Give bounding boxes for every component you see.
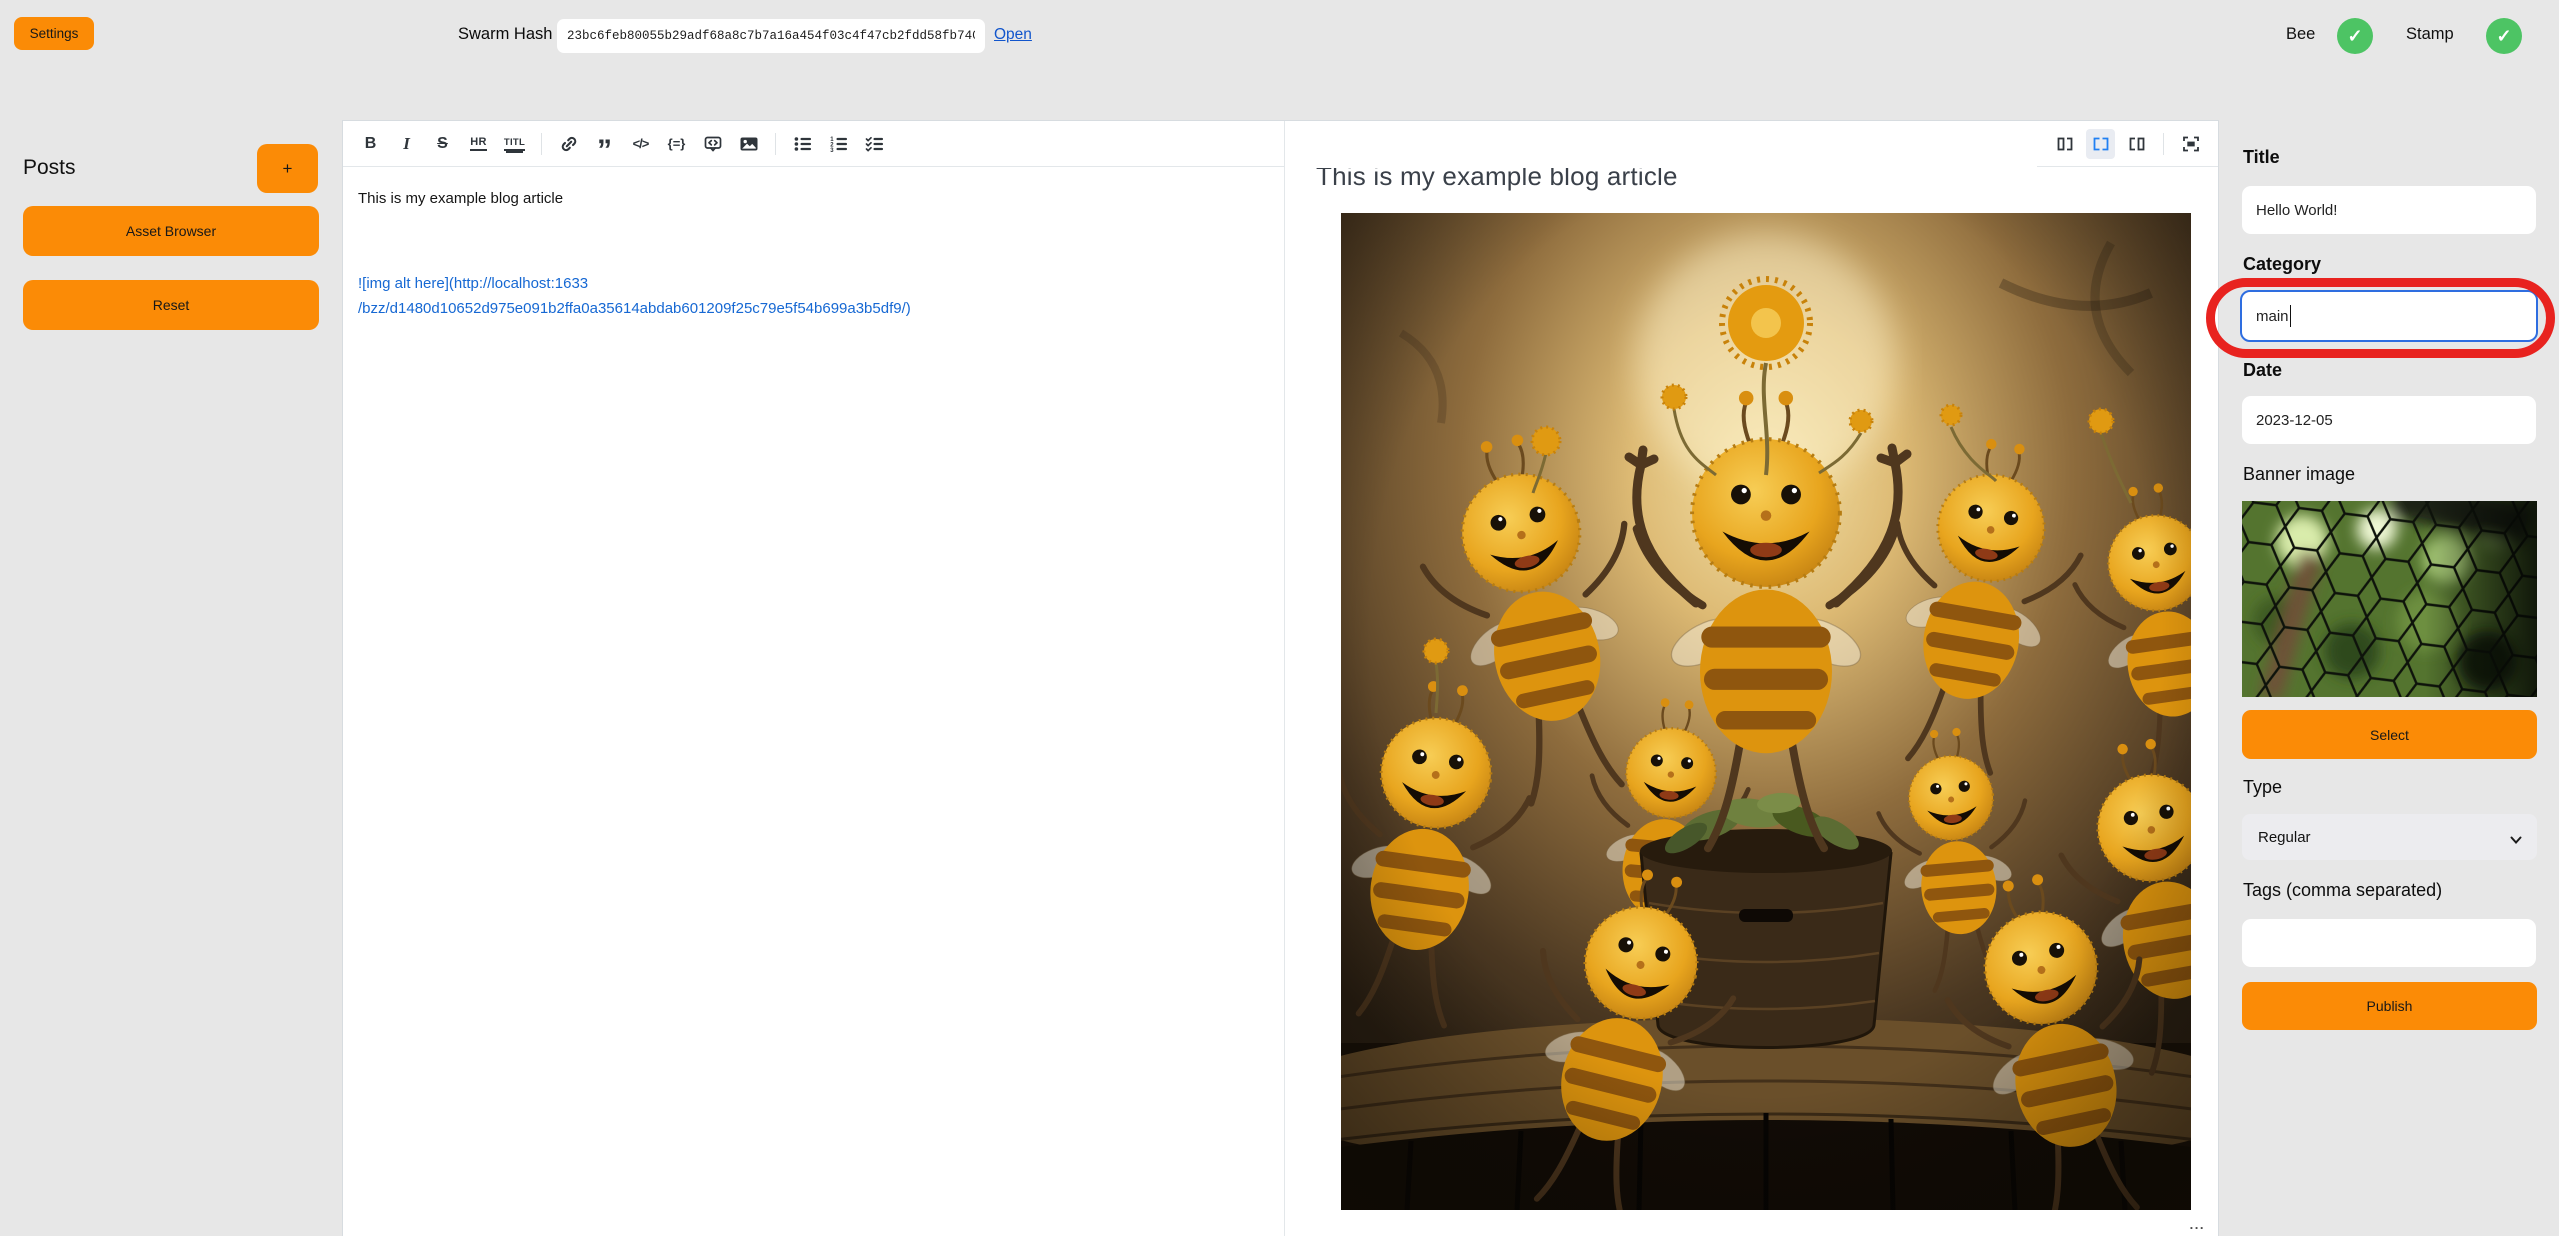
bold-icon[interactable]: B — [356, 129, 385, 159]
resize-handle[interactable]: ... — [2190, 1217, 2205, 1232]
image-markdown-link: ![img alt here](http://localhost:1633 /b… — [358, 271, 998, 321]
category-input[interactable]: main — [2240, 290, 2538, 342]
editor-container: B I S HR TITL ” </> {=} — [342, 120, 2219, 1236]
date-label: Date — [2243, 360, 2282, 381]
swarm-hash-label: Swarm Hash — [458, 25, 552, 44]
image-icon[interactable] — [734, 129, 763, 159]
open-link[interactable]: Open — [994, 26, 1032, 44]
reset-button[interactable]: Reset — [23, 280, 319, 330]
code-block-icon[interactable]: {=} — [662, 129, 691, 159]
svg-text:3: 3 — [830, 148, 834, 154]
ordered-list-icon[interactable]: 1 2 3 — [824, 129, 853, 159]
category-value: main — [2256, 308, 2289, 325]
view-toggle-group — [2037, 121, 2218, 167]
split-view-icon[interactable] — [2086, 129, 2115, 159]
fullscreen-icon[interactable] — [2176, 129, 2205, 159]
text-caret — [2290, 305, 2292, 327]
toolbar-separator — [775, 133, 776, 155]
bee-check-icon: ✓ — [2337, 18, 2373, 54]
toolbar-separator — [2163, 133, 2164, 155]
editor-view-icon[interactable] — [2050, 129, 2079, 159]
code-icon[interactable]: </> — [626, 129, 655, 159]
quote-icon[interactable]: ” — [590, 129, 619, 159]
stamp-check-icon: ✓ — [2486, 18, 2522, 54]
preview-heading: This is my example blog article — [1316, 168, 2218, 192]
add-post-button[interactable]: + — [257, 144, 318, 193]
preview-view-icon[interactable] — [2122, 129, 2151, 159]
link-icon[interactable] — [554, 129, 583, 159]
swarm-hash-input[interactable] — [557, 19, 985, 53]
tags-label: Tags (comma separated) — [2243, 880, 2442, 901]
title-label: Title — [2243, 147, 2280, 168]
tags-input[interactable] — [2242, 919, 2536, 967]
title-input[interactable] — [2242, 186, 2536, 234]
blog-editor-app: Settings Swarm Hash Open Bee ✓ Stamp ✓ P… — [0, 0, 2559, 1236]
bee-status-label: Bee — [2286, 25, 2315, 44]
horizontal-rule-icon[interactable]: HR — [464, 129, 493, 159]
publish-button[interactable]: Publish — [2242, 982, 2537, 1030]
posts-heading: Posts — [23, 156, 76, 180]
markdown-editor[interactable]: This is my example blog article ![img al… — [343, 168, 1284, 1236]
select-banner-button[interactable]: Select — [2242, 710, 2537, 759]
toolbar-separator — [541, 133, 542, 155]
asset-browser-button[interactable]: Asset Browser — [23, 206, 319, 256]
strikethrough-icon[interactable]: S — [428, 129, 457, 159]
date-input[interactable] — [2242, 396, 2536, 444]
comment-icon[interactable] — [698, 129, 727, 159]
editor-toolbar: B I S HR TITL ” </> {=} — [343, 121, 1284, 167]
type-label: Type — [2243, 777, 2282, 798]
unordered-list-icon[interactable] — [788, 129, 817, 159]
type-select[interactable]: Regular — [2242, 814, 2537, 860]
preview-pane: This is my example blog article — [1285, 168, 2218, 1236]
checklist-icon[interactable] — [860, 129, 889, 159]
title-heading-icon[interactable]: TITL — [500, 129, 529, 159]
settings-button[interactable]: Settings — [14, 17, 94, 50]
stamp-status-label: Stamp — [2406, 25, 2454, 44]
preview-image — [1341, 213, 2191, 1210]
banner-image-thumbnail[interactable] — [2242, 501, 2537, 697]
italic-icon[interactable]: I — [392, 129, 421, 159]
banner-image-label: Banner image — [2243, 464, 2355, 485]
editor-line: This is my example blog article — [358, 189, 1269, 209]
category-label: Category — [2243, 254, 2321, 275]
